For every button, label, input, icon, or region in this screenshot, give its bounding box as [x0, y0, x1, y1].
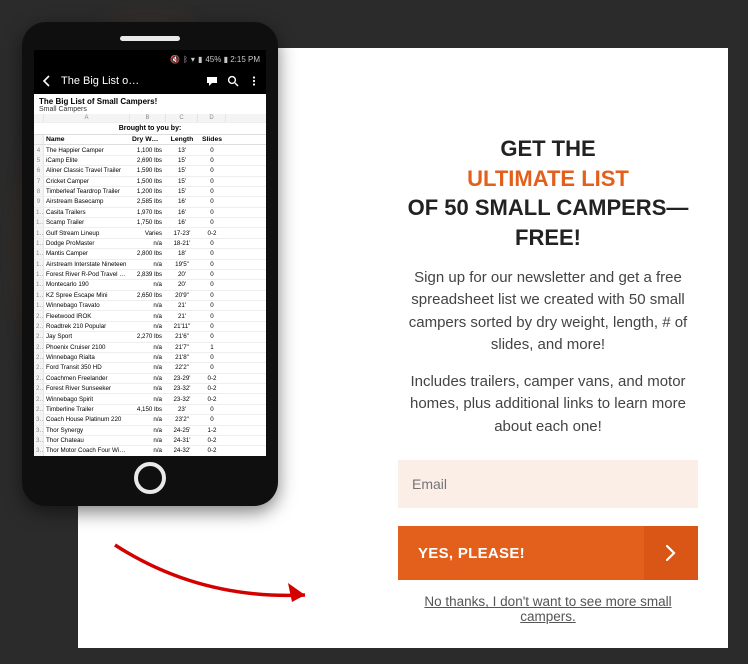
table-row: 18KZ Spree Escape Mini2,650 lbs20'9"0 [34, 291, 266, 301]
phone-mockup: 🔇 ᛒ ▾ ▮ 45% ▮ 2:15 PM The Big List o… Th… [22, 22, 278, 506]
description-2: Includes trailers, camper vans, and moto… [398, 371, 698, 439]
table-row: 17Montecarlo 190n/a20'0 [34, 280, 266, 290]
submit-label: YES, PLEASE! [398, 545, 644, 562]
appbar-title: The Big List o… [61, 75, 197, 87]
status-text: 45% ▮ 2:15 PM [205, 55, 260, 64]
table-row: 30Coach House Platinum 220n/a23'2"0 [34, 415, 266, 425]
table-row: 23Phoenix Cruiser 2100n/a21'7"1 [34, 343, 266, 353]
table-row: 33Thor Motor Coach Four Windsn/a24-32'0-… [34, 446, 266, 456]
decline-link[interactable]: No thanks, I don't want to see more smal… [398, 594, 698, 624]
submit-button[interactable]: YES, PLEASE! [398, 526, 698, 580]
doc-subtitle: Small Campers [34, 106, 266, 114]
table-row: 26Coachmen Freelandern/a23-29'0-2 [34, 374, 266, 384]
table-row: 4The Happier Camper1,100 lbs13'0 [34, 145, 266, 155]
more-icon[interactable] [247, 75, 260, 88]
bluetooth-icon: ᛒ [183, 55, 188, 64]
table-row: 20Fleetwood IROKn/a21'0 [34, 311, 266, 321]
description-1: Sign up for our newsletter and get a fre… [398, 267, 698, 357]
phone-screen: 🔇 ᛒ ▾ ▮ 45% ▮ 2:15 PM The Big List o… Th… [34, 50, 266, 456]
headline-line1: GET THE [500, 136, 595, 161]
app-bar: The Big List o… [34, 68, 266, 94]
table-row: 31Thor Synergyn/a24-25'1-2 [34, 426, 266, 436]
sheet-column-letters: A B C D [34, 114, 266, 123]
table-row: 15Airstream Interstate Nineteenn/a19'5"0 [34, 260, 266, 270]
status-bar: 🔇 ᛒ ▾ ▮ 45% ▮ 2:15 PM [34, 50, 266, 68]
search-icon[interactable] [226, 75, 239, 88]
content-area: GET THE ULTIMATE LIST OF 50 SMALL CAMPER… [398, 134, 698, 624]
doc-title: The Big List of Small Campers! [34, 94, 266, 106]
table-row: 5iCamp Elite2,690 lbs15'0 [34, 156, 266, 166]
table-row: 14Mantis Camper2,800 lbs18'0 [34, 249, 266, 259]
back-icon[interactable] [40, 75, 53, 88]
table-row: 21Roadtrek 210 Popularn/a21'11"0 [34, 322, 266, 332]
headline-line2: ULTIMATE LIST [467, 166, 629, 191]
table-row: 28Winnebago Spiritn/a23-32'0-2 [34, 394, 266, 404]
table-row: 10Casita Trailers1,970 lbs16'0 [34, 208, 266, 218]
table-row: 11Scamp Trailer1,750 lbs16'0 [34, 218, 266, 228]
home-button-icon [134, 462, 166, 494]
table-row: 24Winnebago Rialtan/a21'8"0 [34, 353, 266, 363]
table-row: 8Timberleaf Teardrop Trailer1,200 lbs15'… [34, 187, 266, 197]
wifi-icon: ▾ [191, 55, 195, 64]
table-row: 7Cricket Camper1,500 lbs15'0 [34, 177, 266, 187]
table-row: 12Gulf Stream LineupVaries17-23'0-2 [34, 228, 266, 238]
signal-icon: ▮ [198, 55, 202, 64]
sheet-body: 4The Happier Camper1,100 lbs13'05iCamp E… [34, 145, 266, 456]
table-row: 32Thor Chateaun/a24-31'0-2 [34, 436, 266, 446]
comment-icon[interactable] [205, 75, 218, 88]
table-row: 22Jay Sport2,270 lbs21'6"0 [34, 332, 266, 342]
email-input[interactable] [398, 460, 698, 508]
table-row: 16Forest River R-Pod Travel Trailer2,839… [34, 270, 266, 280]
table-row: 19Winnebago Travaton/a21'0 [34, 301, 266, 311]
table-row: 29Timberline Trailer4,150 lbs23'0 [34, 405, 266, 415]
table-row: 13Dodge ProMastern/a18-21'0 [34, 239, 266, 249]
chevron-right-icon [644, 526, 698, 580]
headline-line3: OF 50 SMALL CAMPERS—FREE! [408, 195, 689, 250]
phone-speaker [120, 36, 180, 41]
silent-icon: 🔇 [170, 55, 180, 64]
table-row: 27Forest River Sunseekern/a23-32'0-2 [34, 384, 266, 394]
table-row: 9Airstream Basecamp2,585 lbs16'0 [34, 197, 266, 207]
sheet-brought-by: Brought to you by: [34, 123, 266, 134]
headline: GET THE ULTIMATE LIST OF 50 SMALL CAMPER… [398, 134, 698, 253]
sheet-headers: Name Dry Weight Length Slides [34, 134, 266, 145]
table-row: 25Ford Transit 350 HDn/a22'2"0 [34, 363, 266, 373]
table-row: 6Aliner Classic Travel Trailer1,590 lbs1… [34, 166, 266, 176]
